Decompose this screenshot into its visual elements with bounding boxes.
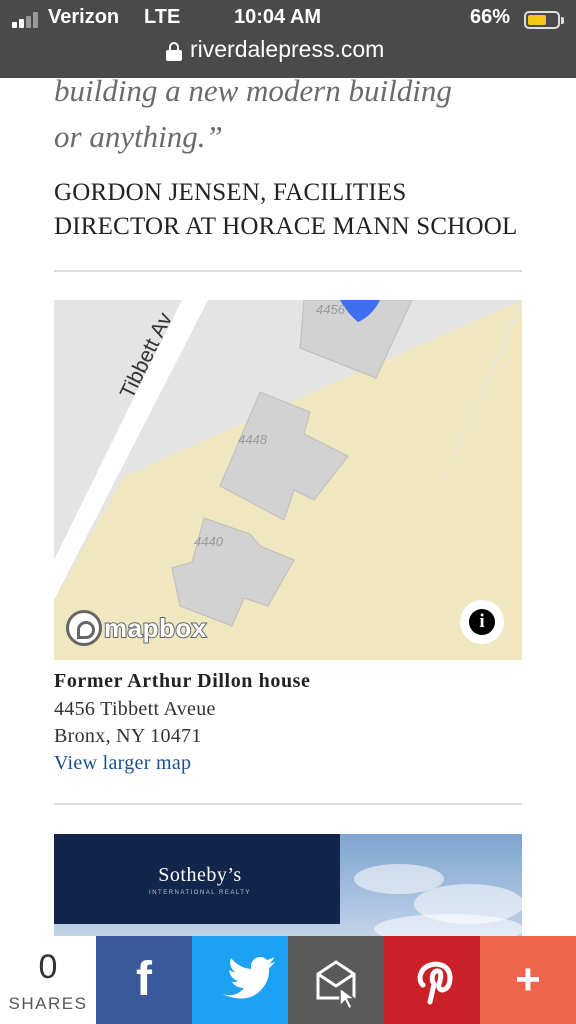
mapbox-wordmark: mapbox	[103, 612, 207, 644]
section-divider	[54, 270, 522, 272]
map-building-label: 4456	[316, 302, 346, 317]
pull-quote: building a new modern building or anythi…	[54, 68, 524, 160]
battery-icon	[524, 11, 564, 29]
clock-time: 10:04 AM	[234, 6, 322, 28]
browser-status-bar: Verizon LTE 10:04 AM 66% riverdalepress.…	[0, 0, 576, 78]
pinterest-share-button[interactable]	[384, 936, 480, 1024]
share-count-value: 0	[38, 948, 58, 986]
location-city-line: Bronx, NY 10471	[54, 725, 202, 747]
view-larger-map-link[interactable]: View larger map	[54, 752, 191, 775]
map-info-button[interactable]: i	[460, 600, 504, 644]
facebook-share-button[interactable]: f	[96, 936, 192, 1024]
mapbox-icon	[66, 610, 102, 646]
lock-icon	[166, 42, 182, 61]
twitter-share-button[interactable]	[192, 936, 288, 1024]
url-text[interactable]: riverdalepress.com	[190, 36, 384, 63]
section-divider	[54, 803, 522, 805]
mapbox-logo[interactable]: mapbox	[66, 608, 207, 648]
address-bar[interactable]: riverdalepress.com	[0, 36, 576, 66]
map-building-label: 4440	[194, 534, 224, 549]
attribution-line: GORDON JENSEN, FACILITIES	[54, 179, 407, 206]
envelope-icon	[316, 960, 358, 1011]
share-count-label: SHARES	[8, 994, 88, 1013]
pull-quote-line: building a new modern building	[54, 73, 452, 108]
location-address-line: 4456 Tibbett Aveue	[54, 698, 216, 720]
pinterest-icon	[417, 961, 453, 1005]
map-building-label: 4448	[238, 432, 268, 447]
share-counter: 0 SHARES	[0, 936, 96, 1024]
plus-icon: +	[515, 955, 541, 1004]
twitter-icon	[222, 956, 275, 999]
attribution-line: DIRECTOR AT HORACE MANN SCHOOL	[54, 213, 518, 240]
battery-percent: 66%	[470, 6, 511, 28]
pull-quote-line: or anything.”	[54, 119, 223, 154]
cellular-signal-icon	[12, 12, 44, 28]
ad-brand-subtitle: INTERNATIONAL REALTY	[149, 890, 251, 896]
email-share-button[interactable]	[288, 936, 384, 1024]
social-share-bar: 0 SHARES f +	[0, 936, 576, 1024]
location-map[interactable]: Tibbett Av 4456 4448 4440 mapbox i	[54, 300, 522, 660]
facebook-icon: f	[136, 953, 152, 1006]
network-type: LTE	[144, 6, 181, 28]
advertisement-banner[interactable]: Sotheby’s INTERNATIONAL REALTY	[54, 834, 522, 944]
ad-brand-name: Sotheby’s	[158, 864, 242, 886]
quote-attribution: GORDON JENSEN, FACILITIES DIRECTOR AT HO…	[54, 176, 534, 244]
carrier-name: Verizon	[48, 6, 120, 28]
more-share-button[interactable]: +	[480, 936, 576, 1024]
location-title: Former Arthur Dillon house	[54, 670, 311, 692]
map-canvas[interactable]: Tibbett Av 4456 4448 4440	[54, 300, 522, 660]
info-icon: i	[469, 609, 495, 635]
